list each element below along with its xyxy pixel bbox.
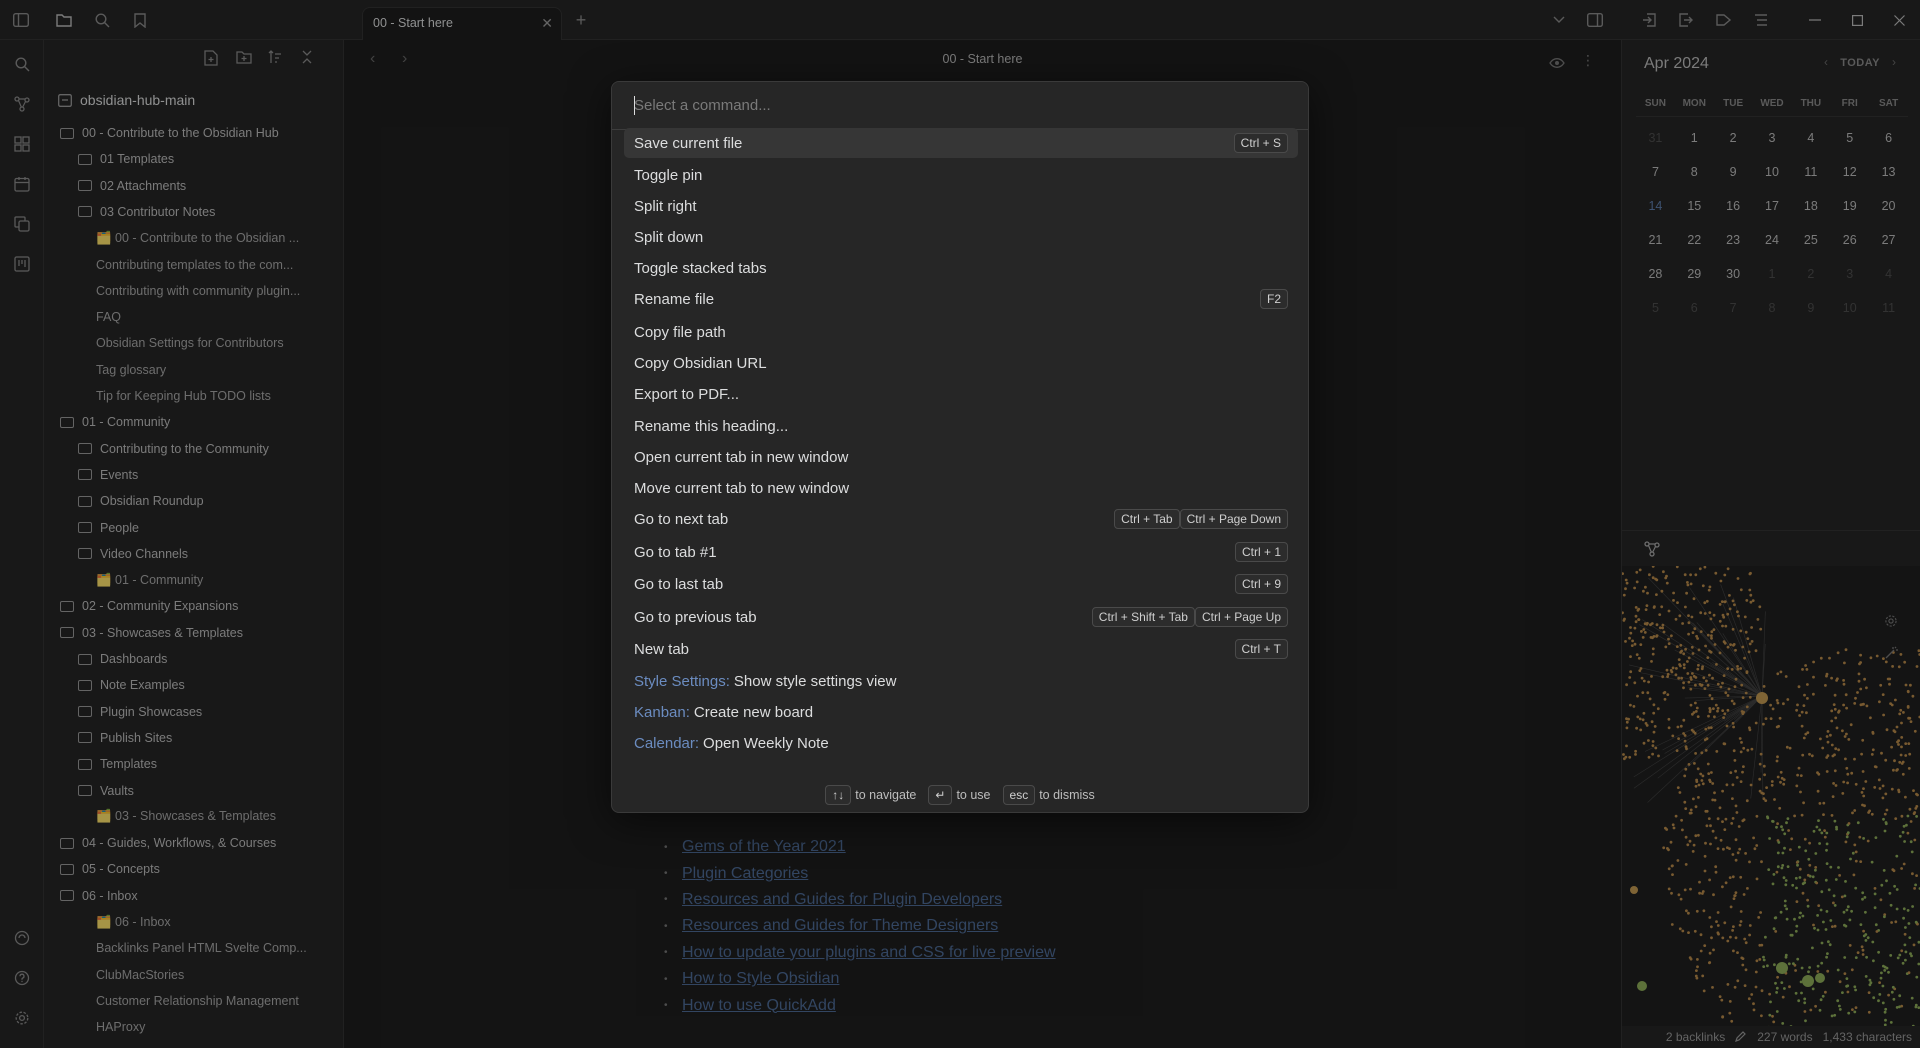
- hotkey-badge: Ctrl + 9: [1234, 574, 1288, 594]
- command-label: Move current tab to new window: [634, 479, 850, 497]
- command-label: Split down: [634, 228, 704, 246]
- instruction-text: to dismiss: [1039, 788, 1095, 802]
- command-item[interactable]: Rename this heading...: [624, 411, 1298, 441]
- command-item[interactable]: Kanban: Create new board: [624, 697, 1298, 727]
- hotkey-badge: Ctrl + S: [1233, 133, 1288, 153]
- command-search-input[interactable]: [612, 82, 1308, 130]
- instruction: esc to dismiss: [1002, 785, 1095, 805]
- command-item[interactable]: Export to PDF...: [624, 379, 1298, 409]
- command-hotkeys: Ctrl + 9: [1234, 574, 1288, 594]
- command-item[interactable]: New tab Ctrl + T: [624, 634, 1298, 664]
- command-label: Go to previous tab: [634, 608, 757, 626]
- instruction-key: ↵: [928, 785, 953, 805]
- command-hotkeys: Ctrl + S: [1233, 133, 1288, 153]
- instruction-text: to navigate: [855, 788, 917, 802]
- command-label: Export to PDF...: [634, 385, 740, 403]
- command-hotkeys: Ctrl + Shift + Tab Ctrl + Page Up: [1091, 607, 1288, 627]
- command-item[interactable]: Save current file Ctrl + S: [624, 128, 1298, 158]
- command-label: Go to next tab: [634, 510, 729, 528]
- command-plugin-prefix: Calendar:: [634, 734, 700, 752]
- command-plugin-prefix: Style Settings:: [634, 672, 730, 690]
- command-item[interactable]: Calendar: Open Weekly Note: [624, 728, 1298, 758]
- command-palette: Save current file Ctrl + S Toggle pin Split…: [611, 81, 1309, 813]
- hotkey-badge: F2: [1259, 289, 1288, 309]
- command-hotkeys: Ctrl + 1: [1234, 542, 1288, 562]
- command-label: Open current tab in new window: [634, 448, 849, 466]
- command-item[interactable]: Style Settings: Show style settings view: [624, 666, 1298, 696]
- command-hotkeys: F2: [1259, 289, 1288, 309]
- command-label: Go to tab #1: [634, 543, 717, 561]
- hotkey-badge: Ctrl + 1: [1234, 542, 1288, 562]
- command-item[interactable]: Move current tab to new window: [624, 473, 1298, 503]
- instruction: ↑↓ to navigate: [825, 785, 917, 805]
- command-label: Rename file: [634, 290, 715, 308]
- command-item[interactable]: Split right: [624, 191, 1298, 221]
- text-caret: [634, 96, 635, 115]
- command-label: Open Weekly Note: [703, 734, 829, 752]
- hotkey-badge: Ctrl + Page Down: [1179, 509, 1288, 529]
- command-hotkeys: Ctrl + T: [1234, 639, 1288, 659]
- instruction-key: ↑↓: [825, 785, 852, 805]
- command-item[interactable]: Rename file F2: [624, 284, 1298, 314]
- command-label: Create new board: [693, 703, 814, 721]
- command-item[interactable]: Open current tab in new window: [624, 442, 1298, 472]
- command-item[interactable]: Go to last tab Ctrl + 9: [624, 569, 1298, 599]
- command-item[interactable]: Go to previous tab Ctrl + Shift + Tab Ctrl…: [624, 602, 1298, 632]
- instruction: ↵ to use: [928, 785, 991, 805]
- hotkey-badge: Ctrl + Tab: [1114, 509, 1180, 529]
- command-item[interactable]: Toggle stacked tabs: [624, 253, 1298, 283]
- command-item[interactable]: Split down: [624, 222, 1298, 252]
- command-label: Copy Obsidian URL: [634, 354, 767, 372]
- command-label: Go to last tab: [634, 575, 724, 593]
- command-label: Show style settings view: [733, 672, 897, 690]
- command-label: Split right: [634, 197, 697, 215]
- command-label: New tab: [634, 640, 690, 658]
- command-label: Save current file: [634, 134, 743, 152]
- command-item[interactable]: Go to tab #1 Ctrl + 1: [624, 537, 1298, 567]
- hotkey-badge: Ctrl + T: [1234, 639, 1288, 659]
- palette-instructions: ↑↓ to navigate ↵ to use esc to dismiss: [612, 778, 1308, 812]
- command-hotkeys: Ctrl + Tab Ctrl + Page Down: [1114, 509, 1288, 529]
- instruction-key: esc: [1002, 785, 1036, 805]
- command-item[interactable]: Toggle pin: [624, 160, 1298, 190]
- command-item[interactable]: Copy Obsidian URL: [624, 348, 1298, 378]
- command-label: Toggle stacked tabs: [634, 259, 767, 277]
- hotkey-badge: Ctrl + Page Up: [1194, 607, 1288, 627]
- command-item[interactable]: Go to next tab Ctrl + Tab Ctrl + Page Down: [624, 504, 1298, 534]
- hotkey-badge: Ctrl + Shift + Tab: [1091, 607, 1195, 627]
- command-label: Copy file path: [634, 323, 726, 341]
- instruction-text: to use: [956, 788, 991, 802]
- command-item[interactable]: Copy file path: [624, 317, 1298, 347]
- command-label: Toggle pin: [634, 166, 703, 184]
- command-label: Rename this heading...: [634, 417, 789, 435]
- command-plugin-prefix: Kanban:: [634, 703, 690, 721]
